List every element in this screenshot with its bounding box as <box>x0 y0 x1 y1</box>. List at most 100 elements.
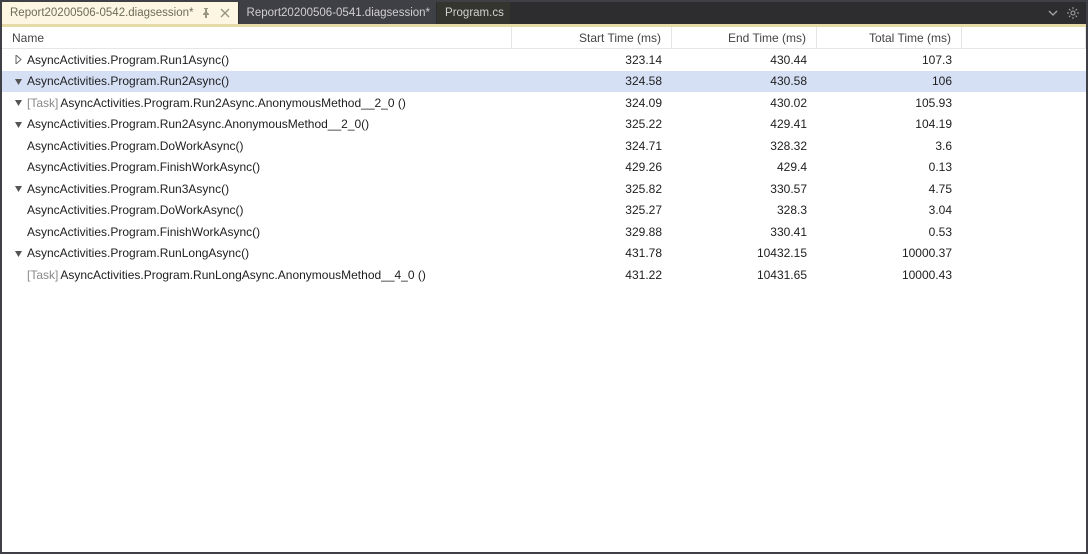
row-name: AsyncActivities.Program.Run1Async() <box>27 53 229 67</box>
tab-report-0542[interactable]: Report20200506-0542.diagsession* <box>2 2 239 24</box>
table-row[interactable]: [Task] AsyncActivities.Program.Run2Async… <box>2 92 1086 114</box>
tab-strip: Report20200506-0542.diagsession* Report2… <box>2 2 1086 24</box>
cell-end: 328.32 <box>672 135 817 157</box>
gear-icon[interactable] <box>1066 6 1080 20</box>
close-icon[interactable] <box>218 6 232 20</box>
row-name: AsyncActivities.Program.Run2Async.Anonym… <box>27 117 369 131</box>
chevron-down-icon[interactable] <box>12 118 24 130</box>
row-name: AsyncActivities.Program.Run2Async.Anonym… <box>60 96 406 110</box>
cell-start: 431.78 <box>512 243 672 265</box>
cell-name: AsyncActivities.Program.Run2Async() <box>2 71 512 93</box>
cell-end: 429.41 <box>672 114 817 136</box>
tab-report-0541[interactable]: Report20200506-0541.diagsession* <box>239 2 438 24</box>
chevron-down-icon[interactable] <box>1046 6 1060 20</box>
cell-start: 323.14 <box>512 49 672 71</box>
expander-spacer <box>12 140 24 152</box>
grid-header: Name Start Time (ms) End Time (ms) Total… <box>2 27 1086 49</box>
tab-label: Program.cs <box>445 7 504 19</box>
cell-start: 324.58 <box>512 71 672 93</box>
cell-total: 0.53 <box>817 221 962 243</box>
tab-label: Report20200506-0542.diagsession* <box>10 7 194 19</box>
cell-name: AsyncActivities.Program.Run3Async() <box>2 178 512 200</box>
cell-name: AsyncActivities.Program.FinishWorkAsync(… <box>2 157 512 179</box>
cell-total: 105.93 <box>817 92 962 114</box>
expander-spacer <box>12 204 24 216</box>
cell-total: 10000.37 <box>817 243 962 265</box>
tab-label: Report20200506-0541.diagsession* <box>247 7 431 19</box>
cell-start: 325.82 <box>512 178 672 200</box>
row-name: AsyncActivities.Program.FinishWorkAsync(… <box>27 225 260 239</box>
task-prefix: [Task] <box>27 268 58 282</box>
table-row[interactable]: AsyncActivities.Program.Run1Async() 323.1… <box>2 49 1086 71</box>
cell-name: AsyncActivities.Program.Run1Async() <box>2 49 512 71</box>
row-name: AsyncActivities.Program.DoWorkAsync() <box>27 139 244 153</box>
cell-pad <box>962 92 1086 114</box>
table-row[interactable]: AsyncActivities.Program.Run3Async() 325.8… <box>2 178 1086 200</box>
row-name: AsyncActivities.Program.DoWorkAsync() <box>27 203 244 217</box>
table-row[interactable]: [Task] AsyncActivities.Program.RunLongAs… <box>2 264 1086 286</box>
cell-total: 3.04 <box>817 200 962 222</box>
cell-name: AsyncActivities.Program.Run2Async.Anonym… <box>2 114 512 136</box>
cell-start: 329.88 <box>512 221 672 243</box>
cell-pad <box>962 49 1086 71</box>
cell-pad <box>962 157 1086 179</box>
row-name: AsyncActivities.Program.Run3Async() <box>27 182 229 196</box>
results-grid: Name Start Time (ms) End Time (ms) Total… <box>2 27 1086 552</box>
row-name: AsyncActivities.Program.Run2Async() <box>27 74 229 88</box>
cell-start: 324.09 <box>512 92 672 114</box>
cell-pad <box>962 114 1086 136</box>
column-header-name[interactable]: Name <box>2 27 512 48</box>
column-header-total[interactable]: Total Time (ms) <box>817 27 962 48</box>
expander-spacer <box>12 161 24 173</box>
chevron-right-icon[interactable] <box>12 54 24 66</box>
table-row[interactable]: AsyncActivities.Program.FinishWorkAsync(… <box>2 157 1086 179</box>
cell-pad <box>962 264 1086 286</box>
pin-icon[interactable] <box>199 6 213 20</box>
cell-start: 325.27 <box>512 200 672 222</box>
cell-name: AsyncActivities.Program.RunLongAsync() <box>2 243 512 265</box>
cell-end: 10432.15 <box>672 243 817 265</box>
cell-name: AsyncActivities.Program.DoWorkAsync() <box>2 200 512 222</box>
cell-start: 324.71 <box>512 135 672 157</box>
cell-total: 0.13 <box>817 157 962 179</box>
cell-total: 4.75 <box>817 178 962 200</box>
table-row[interactable]: AsyncActivities.Program.Run2Async.Anonym… <box>2 114 1086 136</box>
cell-name: AsyncActivities.Program.DoWorkAsync() <box>2 135 512 157</box>
table-row[interactable]: AsyncActivities.Program.Run2Async() 324.5… <box>2 71 1086 93</box>
cell-name: [Task] AsyncActivities.Program.Run2Async… <box>2 92 512 114</box>
row-name: AsyncActivities.Program.FinishWorkAsync(… <box>27 160 260 174</box>
cell-total: 107.3 <box>817 49 962 71</box>
cell-total: 106 <box>817 71 962 93</box>
cell-end: 430.02 <box>672 92 817 114</box>
expander-spacer <box>12 226 24 238</box>
cell-pad <box>962 178 1086 200</box>
table-row[interactable]: AsyncActivities.Program.DoWorkAsync() 325… <box>2 200 1086 222</box>
chevron-down-icon[interactable] <box>12 183 24 195</box>
cell-pad <box>962 221 1086 243</box>
table-row[interactable]: AsyncActivities.Program.RunLongAsync() 43… <box>2 243 1086 265</box>
cell-start: 325.22 <box>512 114 672 136</box>
cell-pad <box>962 135 1086 157</box>
table-row[interactable]: AsyncActivities.Program.FinishWorkAsync(… <box>2 221 1086 243</box>
column-header-start[interactable]: Start Time (ms) <box>512 27 672 48</box>
cell-name: AsyncActivities.Program.FinishWorkAsync(… <box>2 221 512 243</box>
expander-spacer <box>12 269 24 281</box>
chevron-down-icon[interactable] <box>12 75 24 87</box>
row-name: AsyncActivities.Program.RunLongAsync() <box>27 246 249 260</box>
tab-program-cs[interactable]: Program.cs <box>437 2 511 24</box>
cell-pad <box>962 71 1086 93</box>
cell-name: [Task] AsyncActivities.Program.RunLongAs… <box>2 264 512 286</box>
cell-end: 10431.65 <box>672 264 817 286</box>
cell-end: 430.58 <box>672 71 817 93</box>
cell-start: 431.22 <box>512 264 672 286</box>
chevron-down-icon[interactable] <box>12 247 24 259</box>
cell-start: 429.26 <box>512 157 672 179</box>
column-header-end[interactable]: End Time (ms) <box>672 27 817 48</box>
chevron-down-icon[interactable] <box>12 97 24 109</box>
cell-pad <box>962 200 1086 222</box>
cell-end: 430.44 <box>672 49 817 71</box>
row-name: AsyncActivities.Program.RunLongAsync.Ano… <box>60 268 426 282</box>
cell-total: 10000.43 <box>817 264 962 286</box>
task-prefix: [Task] <box>27 96 58 110</box>
table-row[interactable]: AsyncActivities.Program.DoWorkAsync() 324… <box>2 135 1086 157</box>
